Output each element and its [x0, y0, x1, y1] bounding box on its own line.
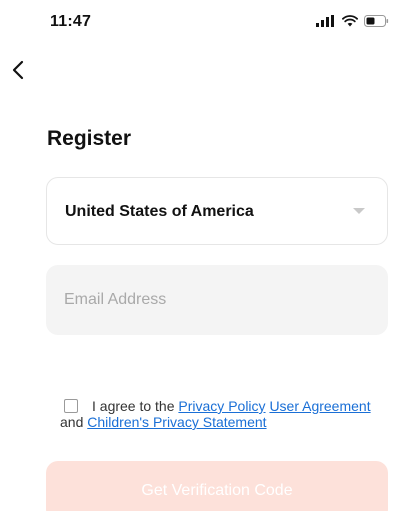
country-select[interactable]: United States of America	[46, 177, 388, 245]
email-field[interactable]	[46, 265, 388, 335]
register-screen: 11:47 Register United States of America …	[0, 0, 405, 511]
chevron-left-icon	[12, 60, 24, 80]
agreement-text: I agree to the Privacy Policy User Agree…	[60, 398, 390, 430]
user-agreement-link[interactable]: User Agreement	[269, 398, 370, 414]
back-button[interactable]	[4, 56, 32, 84]
agreement-conjunction: and	[60, 414, 84, 430]
caret-down-icon	[353, 208, 365, 214]
agree-checkbox[interactable]	[64, 399, 78, 413]
status-bar: 11:47	[0, 0, 405, 44]
battery-icon	[364, 14, 389, 32]
wifi-icon	[342, 14, 358, 32]
page-title: Register	[47, 127, 132, 150]
status-icons	[316, 14, 389, 32]
status-time: 11:47	[50, 13, 92, 30]
childrens-privacy-link[interactable]: Children's Privacy Statement	[87, 414, 266, 430]
agreement-prefix: I agree to the	[92, 398, 175, 414]
privacy-policy-link[interactable]: Privacy Policy	[178, 398, 265, 414]
signal-icon	[316, 14, 336, 32]
country-selected-value: United States of America	[65, 203, 254, 220]
get-verification-code-button[interactable]: Get Verification Code	[46, 461, 388, 511]
